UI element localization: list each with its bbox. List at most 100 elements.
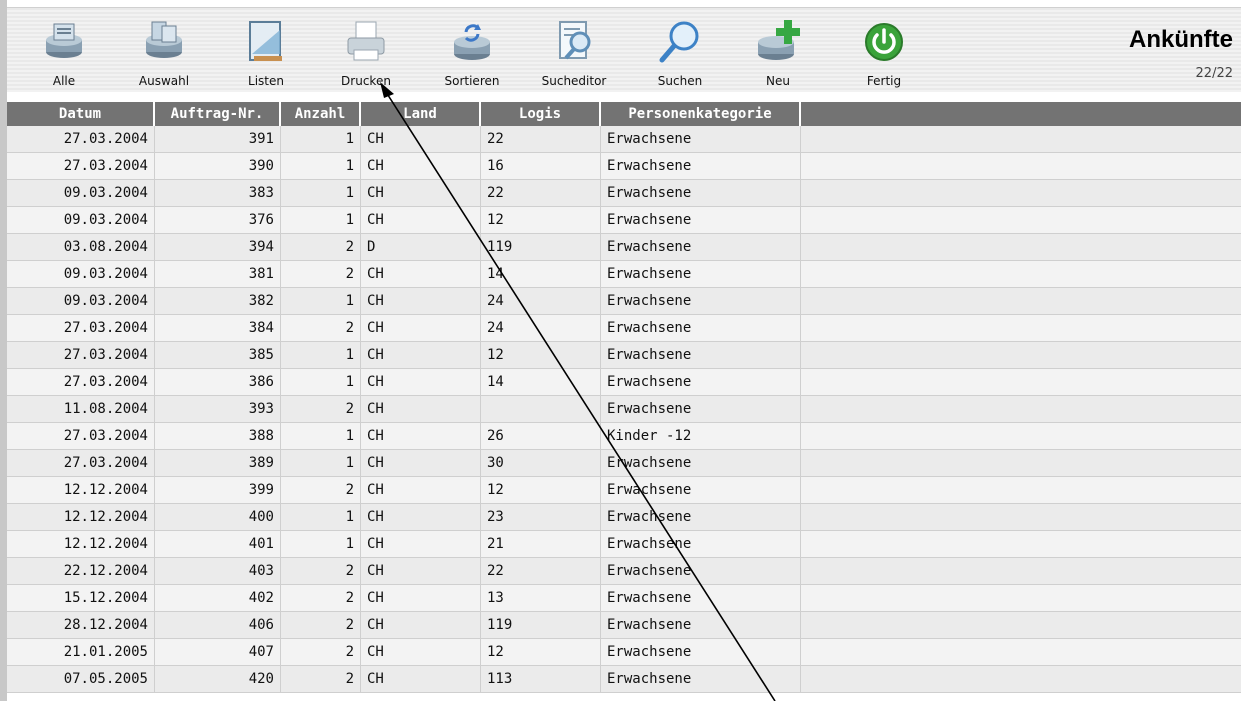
database-selection-icon [146, 21, 182, 58]
land-cell: CH [361, 585, 481, 611]
table-row[interactable]: 27.03.2004 388 1 CH 26 Kinder -12 [7, 423, 1241, 450]
record-count: 22/22 [1195, 66, 1233, 81]
anzahl-cell: 2 [281, 315, 361, 341]
land-cell: CH [361, 666, 481, 692]
table-row[interactable]: 15.12.2004 402 2 CH 13 Erwachsene [7, 585, 1241, 612]
column-header-personenkategorie[interactable]: Personenkategorie [601, 102, 801, 126]
table-row[interactable]: 09.03.2004 376 1 CH 12 Erwachsene [7, 207, 1241, 234]
logis-cell: 23 [481, 504, 601, 530]
personenkategorie-cell: Erwachsene [601, 531, 801, 557]
land-cell: D [361, 234, 481, 260]
table-row[interactable]: 12.12.2004 401 1 CH 21 Erwachsene [7, 531, 1241, 558]
auftrag-nr-cell: 385 [155, 342, 281, 368]
land-cell: CH [361, 207, 481, 233]
column-header-logis[interactable]: Logis [481, 102, 601, 126]
datum-cell: 09.03.2004 [7, 288, 155, 314]
filler-cell [801, 153, 1241, 179]
logis-cell: 16 [481, 153, 601, 179]
auftrag-nr-cell: 389 [155, 450, 281, 476]
data-table: Datum Auftrag-Nr. Anzahl Land Logis Pers… [7, 102, 1241, 693]
title-block: Ankünfte 22/22 [1129, 26, 1233, 81]
filler-cell [801, 423, 1241, 449]
logis-cell: 14 [481, 369, 601, 395]
filler-cell [801, 180, 1241, 206]
table-row[interactable]: 09.03.2004 383 1 CH 22 Erwachsene [7, 180, 1241, 207]
drucken-button[interactable]: Drucken [329, 18, 403, 92]
personenkategorie-cell: Erwachsene [601, 504, 801, 530]
column-header-anzahl[interactable]: Anzahl [281, 102, 361, 126]
filler-cell [801, 342, 1241, 368]
table-row[interactable]: 27.03.2004 389 1 CH 30 Erwachsene [7, 450, 1241, 477]
table-row[interactable]: 12.12.2004 399 2 CH 12 Erwachsene [7, 477, 1241, 504]
database-icon [46, 23, 82, 58]
fertig-button[interactable]: Fertig [847, 18, 921, 92]
column-header-auftrag-nr[interactable]: Auftrag-Nr. [155, 102, 281, 126]
logis-cell: 24 [481, 288, 601, 314]
auftrag-nr-cell: 386 [155, 369, 281, 395]
table-row[interactable]: 09.03.2004 382 1 CH 24 Erwachsene [7, 288, 1241, 315]
personenkategorie-cell: Kinder -12 [601, 423, 801, 449]
logis-cell: 13 [481, 585, 601, 611]
logis-cell: 22 [481, 180, 601, 206]
auswahl-button[interactable]: Auswahl [127, 18, 201, 92]
column-header-land[interactable]: Land [361, 102, 481, 126]
personenkategorie-cell: Erwachsene [601, 639, 801, 665]
sucheditor-button[interactable]: Sucheditor [537, 18, 611, 92]
anzahl-cell: 1 [281, 450, 361, 476]
printer-icon [347, 21, 385, 61]
table-row[interactable]: 28.12.2004 406 2 CH 119 Erwachsene [7, 612, 1241, 639]
anzahl-cell: 2 [281, 558, 361, 584]
datum-cell: 27.03.2004 [7, 153, 155, 179]
power-icon [865, 23, 903, 61]
suchen-button[interactable]: Suchen [643, 18, 717, 92]
window-title: Ankünfte [1129, 26, 1233, 53]
personenkategorie-cell: Erwachsene [601, 477, 801, 503]
land-cell: CH [361, 612, 481, 638]
alle-button[interactable]: Alle [27, 18, 101, 92]
table-row[interactable]: 09.03.2004 381 2 CH 14 Erwachsene [7, 261, 1241, 288]
datum-cell: 27.03.2004 [7, 126, 155, 152]
land-cell: CH [361, 450, 481, 476]
filler-cell [801, 396, 1241, 422]
auftrag-nr-cell: 376 [155, 207, 281, 233]
listen-button[interactable]: Listen [229, 18, 303, 92]
table-row[interactable]: 12.12.2004 400 1 CH 23 Erwachsene [7, 504, 1241, 531]
personenkategorie-cell: Erwachsene [601, 612, 801, 638]
table-row[interactable]: 27.03.2004 391 1 CH 22 Erwachsene [7, 126, 1241, 153]
button-label: Fertig [866, 74, 902, 88]
auftrag-nr-cell: 420 [155, 666, 281, 692]
column-header-empty [801, 102, 1241, 126]
table-row[interactable]: 27.03.2004 385 1 CH 12 Erwachsene [7, 342, 1241, 369]
logis-cell: 22 [481, 126, 601, 152]
auftrag-nr-cell: 400 [155, 504, 281, 530]
filler-cell [801, 531, 1241, 557]
table-row[interactable]: 07.05.2005 420 2 CH 113 Erwachsene [7, 666, 1241, 693]
sortieren-button[interactable]: Sortieren [435, 18, 509, 92]
column-header-datum[interactable]: Datum [7, 102, 155, 126]
land-cell: CH [361, 396, 481, 422]
table-row[interactable]: 21.01.2005 407 2 CH 12 Erwachsene [7, 639, 1241, 666]
datum-cell: 12.12.2004 [7, 477, 155, 503]
personenkategorie-cell: Erwachsene [601, 666, 801, 692]
table-row[interactable]: 11.08.2004 393 2 CH Erwachsene [7, 396, 1241, 423]
table-row[interactable]: 27.03.2004 386 1 CH 14 Erwachsene [7, 369, 1241, 396]
datum-cell: 27.03.2004 [7, 315, 155, 341]
filler-cell [801, 207, 1241, 233]
logis-cell: 14 [481, 261, 601, 287]
datum-cell: 27.03.2004 [7, 342, 155, 368]
datum-cell: 11.08.2004 [7, 396, 155, 422]
auftrag-nr-cell: 399 [155, 477, 281, 503]
datum-cell: 27.03.2004 [7, 450, 155, 476]
anzahl-cell: 2 [281, 234, 361, 260]
land-cell: CH [361, 126, 481, 152]
anzahl-cell: 1 [281, 423, 361, 449]
table-row[interactable]: 27.03.2004 384 2 CH 24 Erwachsene [7, 315, 1241, 342]
table-row[interactable]: 03.08.2004 394 2 D 119 Erwachsene [7, 234, 1241, 261]
auftrag-nr-cell: 406 [155, 612, 281, 638]
neu-button[interactable]: Neu [741, 18, 815, 92]
table-row[interactable]: 22.12.2004 403 2 CH 22 Erwachsene [7, 558, 1241, 585]
personenkategorie-cell: Erwachsene [601, 234, 801, 260]
button-label: Alle [52, 74, 76, 88]
table-row[interactable]: 27.03.2004 390 1 CH 16 Erwachsene [7, 153, 1241, 180]
new-record-icon [758, 20, 800, 60]
